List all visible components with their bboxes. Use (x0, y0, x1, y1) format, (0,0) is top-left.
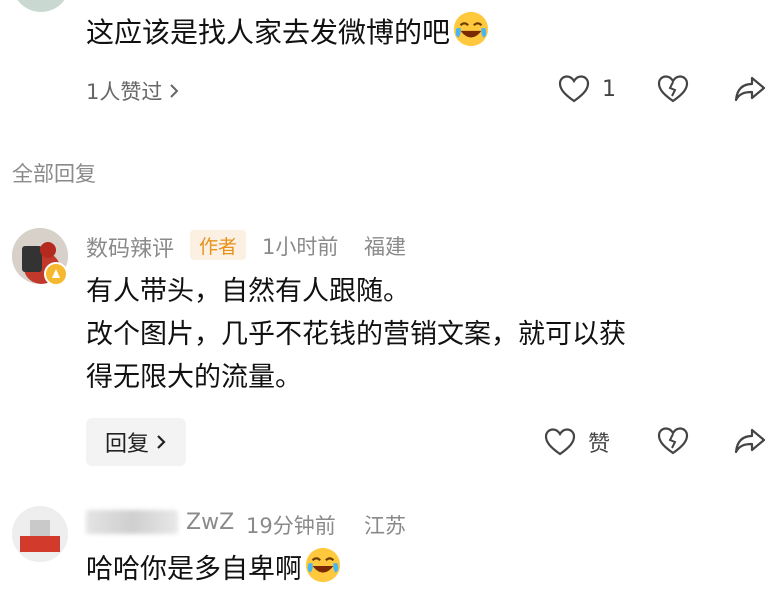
avatar[interactable] (12, 0, 70, 12)
verified-badge-icon (44, 262, 68, 286)
broken-heart-icon (657, 427, 689, 455)
like-count: 1 (602, 76, 616, 102)
share-button[interactable] (734, 426, 766, 456)
avatar-image (12, 506, 68, 562)
section-title: 全部回复 (12, 162, 96, 186)
author-tag: 作者 (190, 230, 246, 260)
location: 江苏 (364, 514, 406, 538)
comment-text-content: 哈哈你是多自卑啊 (86, 554, 302, 585)
share-icon (734, 76, 766, 102)
heart-icon (544, 428, 576, 456)
dislike-button[interactable] (657, 426, 689, 456)
like-button[interactable]: 赞 (544, 426, 610, 458)
reply-label: 回复 (104, 432, 149, 457)
comment-line: 有人带头，自然有人跟随。 (86, 276, 410, 307)
timestamp: 1小时前 (262, 235, 339, 259)
heart-icon (558, 75, 590, 103)
laughing-crying-emoji-icon (453, 11, 489, 47)
reply-button[interactable]: 回复 (86, 418, 186, 466)
share-button[interactable] (734, 74, 766, 104)
blurred-username-prefix (86, 510, 178, 534)
like-button[interactable]: 1 (558, 74, 616, 104)
laughing-crying-emoji-icon (305, 547, 341, 583)
comment-line: 得无限大的流量。 (86, 362, 302, 393)
likers-link[interactable]: 1人赞过 (86, 76, 180, 106)
avatar[interactable] (12, 506, 68, 562)
dislike-button[interactable] (657, 74, 689, 104)
location: 福建 (364, 235, 406, 259)
like-label: 赞 (588, 432, 611, 457)
comment-text: 这应该是找人家去发微博的吧 (86, 10, 490, 54)
likers-label: 1人赞过 (86, 80, 163, 104)
share-icon (734, 428, 766, 454)
comment-text: 有人带头，自然有人跟随。 改个图片，几乎不花钱的营销文案，就可以获 得无限大的流… (86, 270, 626, 399)
username[interactable]: 数码辣评 (86, 231, 174, 263)
chevron-right-icon (157, 435, 166, 449)
comment-text: 哈哈你是多自卑啊 (86, 546, 342, 591)
timestamp: 19分钟前 (246, 514, 336, 538)
comment-line: 改个图片，几乎不花钱的营销文案，就可以获 (86, 319, 626, 350)
username[interactable]: ZwZ (186, 510, 234, 535)
broken-heart-icon (657, 75, 689, 103)
chevron-right-icon (170, 84, 179, 98)
comment-text-content: 这应该是找人家去发微博的吧 (86, 16, 451, 49)
